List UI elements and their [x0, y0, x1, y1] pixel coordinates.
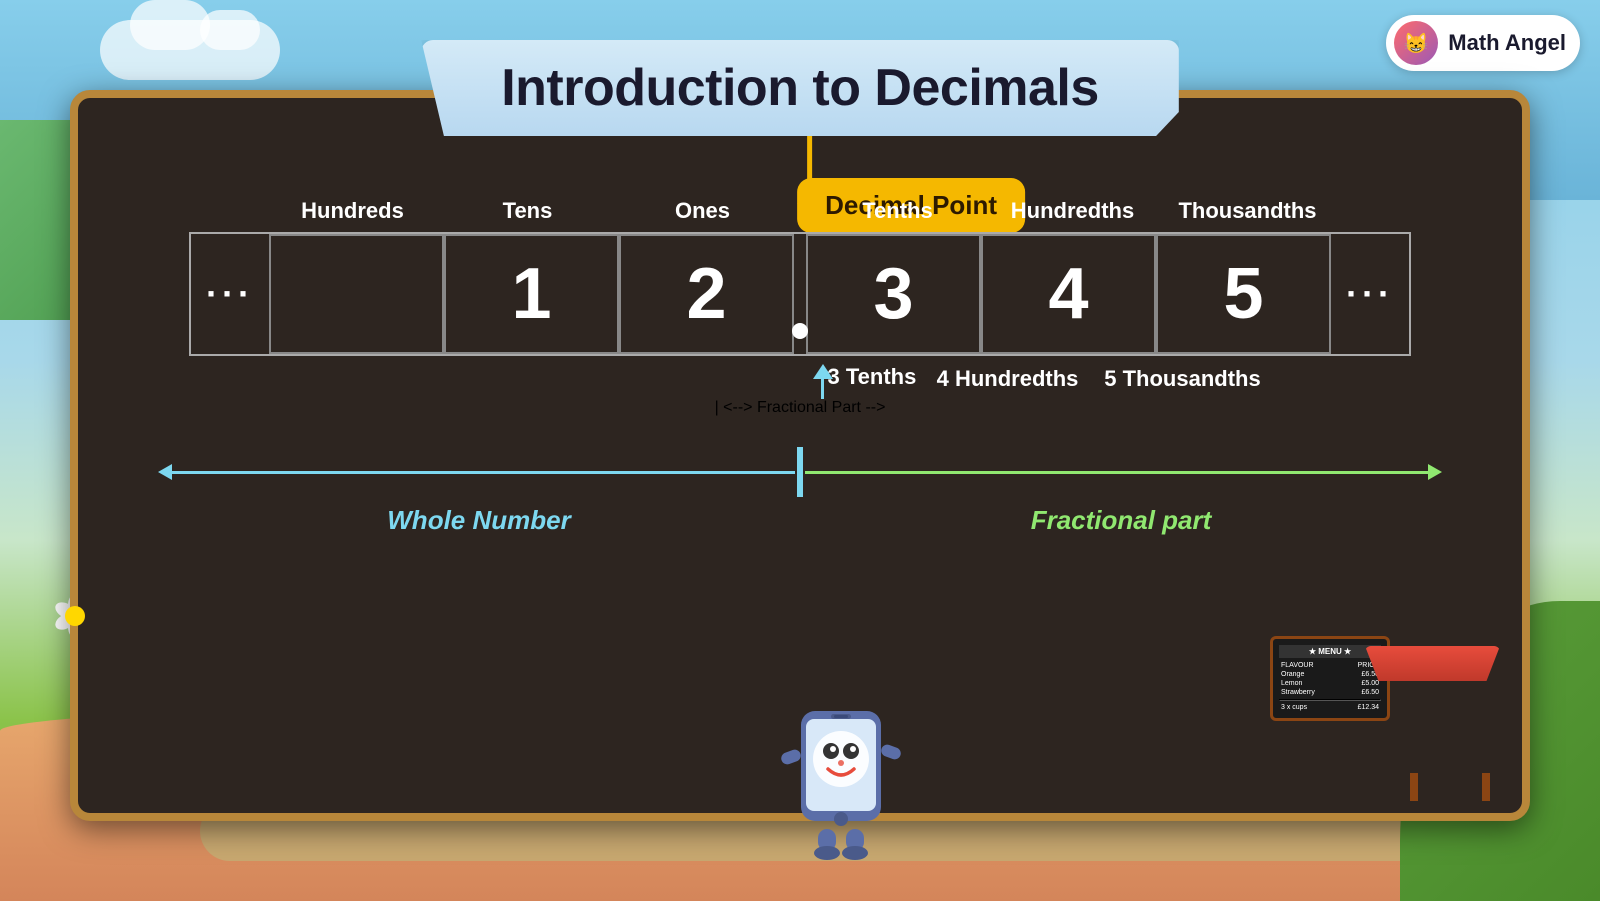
digit-thousandths: 5	[1223, 253, 1263, 335]
grid-cells-row: ··· 1 2 3 4	[189, 232, 1411, 356]
frac-arrow-line	[805, 471, 1428, 474]
col-header-tens: Tens	[440, 198, 615, 224]
whole-arrow-left-head	[158, 464, 172, 480]
menu-board-legs	[1410, 773, 1490, 801]
menu-price-lemon: £5.00	[1361, 680, 1379, 687]
menu-leg-left	[1410, 773, 1418, 801]
menu-item-lemon: Lemon	[1281, 680, 1302, 687]
column-headers: Hundreds Tens Ones Tenths Hundredths Tho…	[118, 198, 1482, 224]
col-header-ones: Ones	[615, 198, 790, 224]
thousandths-annotation-text: 5 Thousandths	[1104, 364, 1260, 392]
digit-tens: 1	[511, 253, 551, 335]
menu-price-strawberry: £6.50	[1361, 689, 1379, 696]
logo: 😸 Math Angel	[1386, 15, 1580, 71]
hundredths-annotation-container: 4 Hundredths	[920, 364, 1095, 392]
clouds	[100, 20, 280, 80]
col-header-tenths: Tenths	[810, 198, 985, 224]
menu-row-3: Strawberry £6.50	[1279, 688, 1381, 697]
cell-thousandths: 5	[1156, 234, 1331, 354]
menu-item-strawberry: Strawberry	[1281, 689, 1315, 696]
digit-tenths: 3	[873, 253, 913, 335]
banner: Introduction to Decimals	[421, 40, 1179, 136]
menu-total: £12.34	[1358, 704, 1379, 711]
thousandths-annotation-container: 5 Thousandths	[1095, 364, 1270, 392]
fractional-part-label: Fractional part	[800, 505, 1442, 536]
menu-awning	[1365, 646, 1500, 681]
menu-item-orange: Orange	[1281, 671, 1304, 678]
menu-col-flavour: FLAVOUR	[1281, 662, 1314, 669]
logo-icon: 😸	[1394, 21, 1438, 65]
tenths-annotation-container: 3 Tenths	[725, 364, 920, 399]
bottom-labels-row: Whole Number Fractional part	[118, 505, 1482, 536]
fractional-arrow	[805, 464, 1442, 480]
cell-tens: 1	[444, 234, 619, 354]
page-title: Introduction to Decimals	[501, 58, 1099, 118]
col-header-thousandths: Thousandths	[1160, 198, 1335, 224]
cell-hundreds	[269, 234, 444, 354]
whole-arrow-line	[172, 471, 795, 474]
menu-row-total: 3 x cups £12.34	[1279, 703, 1381, 712]
whole-number-arrow	[158, 464, 795, 480]
col-header-hundredths: Hundredths	[985, 198, 1160, 224]
menu-row-1: Orange £6.50	[1279, 670, 1381, 679]
whole-number-label: Whole Number	[158, 505, 800, 536]
logo-text: Math Angel	[1448, 30, 1566, 56]
place-value-container: Hundreds Tens Ones Tenths Hundredths Tho…	[118, 198, 1482, 536]
ellipsis-right-dots: ···	[1331, 273, 1409, 315]
cell-decimal-dot	[794, 234, 806, 354]
bottom-arrows-row	[118, 447, 1482, 497]
menu-row-2: Lemon £5.00	[1279, 679, 1381, 688]
menu-leg-right	[1482, 773, 1490, 801]
hundredths-annotation-text: 4 Hundredths	[937, 364, 1079, 392]
tenths-annotation-text: 3 Tenths	[828, 364, 917, 390]
ellipsis-left-dots: ···	[191, 273, 269, 315]
menu-board-container: ★ MENU ★ FLAVOUR PRICE Orange £6.50 Lemo…	[1410, 773, 1490, 801]
decimal-dot	[792, 323, 808, 339]
col-header-hundreds: Hundreds	[265, 198, 440, 224]
cell-tenths: 3	[806, 234, 981, 354]
tenths-arrow-line	[821, 379, 824, 399]
annotations-row: 3 Tenths 4 Hundredths 5 Thousandths	[725, 364, 1270, 399]
robot-character	[776, 681, 896, 841]
digit-ones: 2	[686, 253, 726, 335]
cell-hundredths: 4	[981, 234, 1156, 354]
decimal-vertical-separator	[797, 447, 803, 497]
digit-hundredths: 4	[1048, 253, 1088, 335]
cell-ones: 2	[619, 234, 794, 354]
menu-cups: 3 x cups	[1281, 704, 1307, 711]
menu-row-header: FLAVOUR PRICE	[1279, 661, 1381, 670]
frac-arrow-right-head	[1428, 464, 1442, 480]
